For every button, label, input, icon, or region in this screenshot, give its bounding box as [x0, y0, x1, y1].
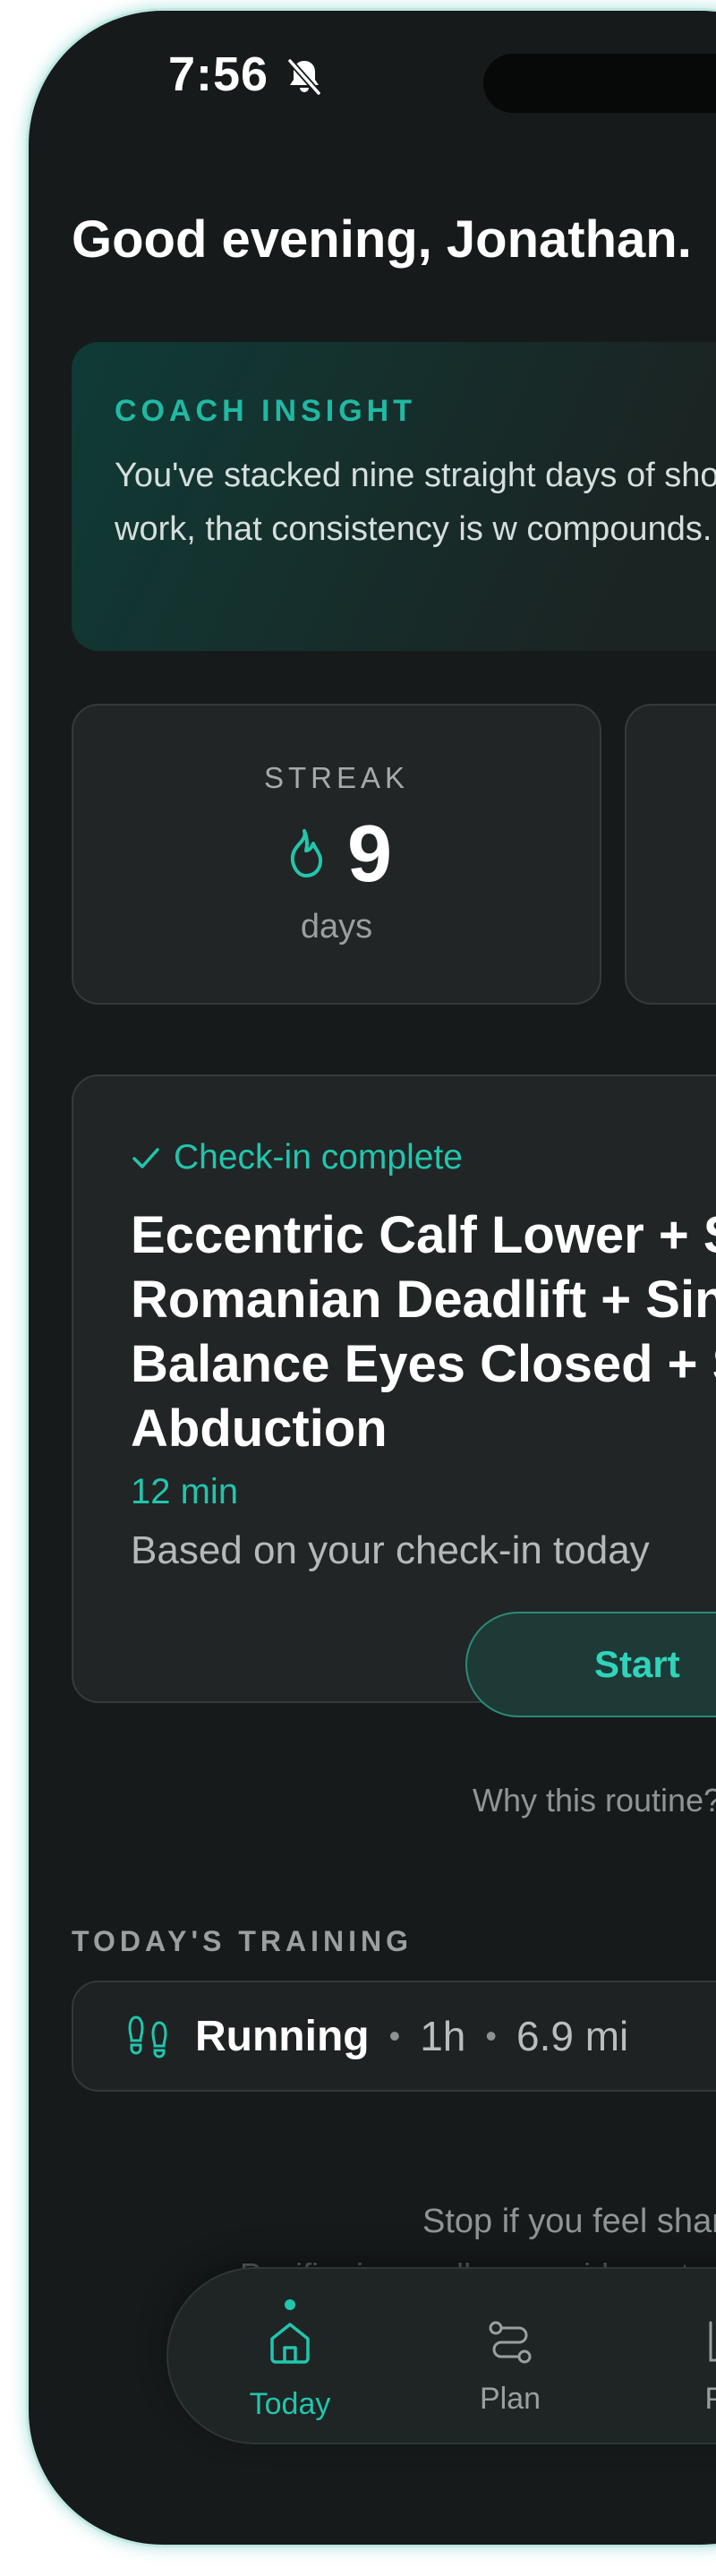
routine-card: Check-in complete Eccentric Calf Lower +…	[72, 1074, 716, 1819]
coach-insight-text: You've stacked nine straight days of sho…	[115, 457, 716, 548]
home-icon	[270, 2323, 310, 2364]
bell-slash-icon	[287, 58, 321, 96]
tab-plan[interactable]: Plan	[430, 2269, 591, 2444]
routine-title: Eccentric Calf Lower + S Romanian Deadli…	[131, 1206, 716, 1458]
route-icon	[489, 2321, 532, 2364]
separator-dot: •	[485, 2017, 497, 2054]
dynamic-island	[483, 54, 716, 113]
start-button[interactable]: Start	[465, 1612, 716, 1717]
checkin-status-label: Check-in complete	[174, 1138, 463, 1177]
coach-insight-card[interactable]: COACH INSIGHT You've stacked nine straig…	[72, 342, 716, 651]
shoe-prints-icon	[128, 2015, 167, 2058]
why-routine-link[interactable]: Why this routine?	[473, 1782, 716, 1819]
tab-label-plan: Plan	[479, 2382, 541, 2416]
greeting-title: Good evening, Jonathan.	[72, 210, 692, 269]
tab-label-progress: Pro	[704, 2382, 716, 2416]
tab-label-today: Today	[249, 2387, 331, 2421]
tab-bar: Today Plan Pro	[166, 2267, 716, 2444]
active-tab-indicator	[285, 2299, 295, 2310]
streak-card[interactable]: STREAK 9 days	[72, 704, 601, 1005]
coach-insight-title: COACH INSIGHT	[115, 394, 416, 428]
phone-screen: 7:56 Good evening, Jonathan. COACH INSIG…	[29, 11, 716, 2545]
flame-icon	[290, 829, 323, 877]
separator-dot: •	[388, 2017, 401, 2054]
tab-today[interactable]: Today	[209, 2269, 371, 2444]
training-duration: 1h	[420, 2013, 466, 2059]
todays-training-label: TODAY'S TRAINING	[72, 1925, 413, 1957]
checkin-status: Check-in complete	[131, 1134, 716, 1182]
training-distance: 6.9 mi	[516, 2013, 629, 2059]
page: 7:56 Good evening, Jonathan. COACH INSIG…	[0, 0, 716, 2576]
stat-card-secondary[interactable]	[625, 704, 716, 1005]
streak-label: STREAK	[263, 761, 410, 794]
streak-unit: days	[300, 908, 373, 946]
chart-icon	[709, 2321, 716, 2362]
safety-note-line1: Stop if you feel shar	[422, 2203, 716, 2240]
training-activity-name: Running	[195, 2012, 370, 2060]
streak-value: 9	[346, 809, 393, 899]
status-time: 7:56	[168, 47, 269, 101]
routine-basis: Based on your check-in today	[131, 1528, 650, 1572]
streak-value-row: 9	[73, 811, 600, 897]
training-activity-row[interactable]: Running • 1h • 6.9 mi	[72, 1981, 716, 2092]
check-icon	[132, 1148, 159, 1168]
routine-duration: 12 min	[131, 1472, 239, 1511]
tab-progress[interactable]: Pro	[648, 2269, 716, 2444]
